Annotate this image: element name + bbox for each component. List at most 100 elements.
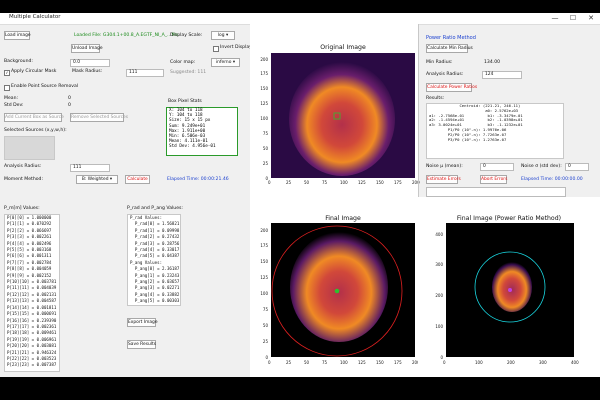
mask-radius-input[interactable]: 111 bbox=[126, 69, 164, 77]
noise-mean-label: Noise μ (mean): bbox=[426, 164, 463, 169]
moment-method-select[interactable]: B: Weighted ▾ bbox=[76, 175, 118, 184]
power-ratio-plot[interactable]: Final Image (Power Ratio Method) 0 100 200… bbox=[418, 197, 600, 377]
window-title: Multiple Calculator bbox=[9, 14, 61, 20]
minimize-icon[interactable]: — bbox=[548, 13, 562, 23]
pm-values-list[interactable]: P[0][0] = 1.000000 P[1][1] = 0.070292 P[2]… bbox=[4, 214, 60, 372]
color-map-label: Color map: bbox=[170, 60, 196, 65]
min-radius-label: Min Radius: bbox=[426, 60, 453, 65]
pm-value-row: P[1][1] = 0.070292 bbox=[7, 221, 52, 227]
y-tick-label: 125 bbox=[260, 275, 268, 281]
invert-display-checkbox[interactable] bbox=[213, 46, 219, 52]
pm-value-row: P[21][21] = 0.946324 bbox=[7, 349, 57, 355]
y-tick-label: 50 bbox=[262, 145, 268, 151]
box-stats-label: Box Pixel Stats bbox=[168, 99, 202, 104]
apply-mask-label: Apply Circular Mask bbox=[11, 69, 57, 74]
pm-value-row: P[15][15] = 0.000691 bbox=[7, 311, 57, 317]
final-image-plot[interactable]: Final Image 0 25 50 75 100 125 150 175 200 200 175… bbox=[250, 197, 420, 377]
remove-sources-button[interactable]: Remove Selected Sources bbox=[70, 113, 128, 122]
snr-blob bbox=[290, 232, 388, 342]
save-results-button[interactable]: Save Results bbox=[127, 340, 156, 349]
color-map-select[interactable]: inferno ▾ bbox=[211, 58, 240, 67]
calc-min-radius-button[interactable]: Calculate Min Radius bbox=[426, 44, 473, 53]
x-tick-label: 125 bbox=[358, 180, 366, 185]
noise-std-input[interactable]: 0 bbox=[565, 163, 589, 171]
unload-image-button[interactable]: Unload Image bbox=[71, 44, 103, 53]
dropdown-icon: ▾ bbox=[109, 177, 113, 182]
x-tick-label: 150 bbox=[376, 360, 384, 365]
x-tick-label: 200 bbox=[507, 360, 515, 365]
analysis-radius-input[interactable]: 111 bbox=[70, 164, 110, 172]
pr-value-row: P_ang[3] = 0.02271 bbox=[130, 285, 180, 291]
point-source-checkbox[interactable] bbox=[4, 85, 10, 91]
pr-value-row: P_ang[5] = 0.00303 bbox=[130, 298, 180, 304]
pm-value-row: P[23][23] = 0.007387 bbox=[7, 362, 57, 368]
y-tick-label: 25 bbox=[262, 160, 268, 166]
original-image-canvas bbox=[271, 53, 415, 178]
background-input[interactable]: 0.0 bbox=[70, 59, 110, 67]
x-tick-label: 0 bbox=[443, 360, 446, 365]
box-stats-panel: X: 104 to 118 Y: 104 to 118 Size: 15 x 1… bbox=[166, 107, 238, 156]
analysis-radius-label-right: Analysis Radius: bbox=[426, 72, 464, 77]
pm-value-row: P[20][20] = 0.003081 bbox=[7, 343, 57, 349]
x-tick-label: 25 bbox=[286, 180, 292, 185]
mean-value: 0 bbox=[68, 96, 71, 101]
analysis-radius-input-right[interactable]: 124 bbox=[482, 71, 522, 79]
noise-std-label: Noise σ (std dev): bbox=[521, 164, 562, 169]
std-label: Std Dev: bbox=[4, 103, 24, 108]
pr-value-row: P_rad[2] = 0.27432 bbox=[130, 234, 180, 240]
color-map-value: inferno bbox=[215, 60, 232, 65]
results-label: Results: bbox=[426, 96, 445, 101]
y-tick-label: 125 bbox=[260, 101, 268, 107]
x-tick-label: 75 bbox=[322, 360, 328, 365]
add-source-button[interactable]: Add Current Box as Source bbox=[4, 113, 64, 122]
loaded-file-label: Loaded File: G304.1+00.8_A.EGTF_NI_A_...… bbox=[74, 33, 179, 38]
pr-values-list[interactable]: P_rad Values: P_rad[0] = 1.56821 P_rad[1… bbox=[127, 214, 181, 306]
snr-blob bbox=[289, 62, 395, 176]
centroid-marker bbox=[508, 288, 512, 292]
y-tick-label: 75 bbox=[262, 306, 268, 312]
pm-values-label: P_m[m] Values: bbox=[4, 206, 40, 211]
x-tick-label: 0 bbox=[268, 180, 271, 185]
original-image-plot[interactable]: Original Image 0 25 50 75 100 125 150 175 200 200… bbox=[250, 24, 420, 197]
y-tick-label: 200 bbox=[260, 227, 268, 233]
load-image-button[interactable]: Load image bbox=[4, 31, 31, 40]
invert-display-label: Invert Display bbox=[220, 45, 252, 50]
pr-value-row: P_ang[0] = 2.36187 bbox=[130, 266, 180, 272]
calculate-button[interactable]: Calculate bbox=[125, 175, 150, 184]
pm-value-row: P[6][6] = 0.001311 bbox=[7, 253, 52, 259]
maximize-icon[interactable]: ☐ bbox=[566, 13, 580, 23]
calc-power-ratios-button[interactable]: Calculate Power Ratios bbox=[426, 83, 477, 92]
x-tick-label: 50 bbox=[304, 360, 310, 365]
results-panel: Centroid: (221.21, 246.11) a0: 2.5762e+0… bbox=[426, 103, 564, 159]
analysis-radius-label: Analysis Radius: bbox=[4, 164, 42, 169]
x-tick-label: 100 bbox=[340, 360, 348, 365]
apply-mask-checkbox[interactable]: ✓ bbox=[4, 70, 10, 76]
pr-values-label: P_rad and P_ang Values: bbox=[127, 206, 183, 211]
display-scale-select[interactable]: log ▾ bbox=[211, 31, 235, 40]
divider bbox=[418, 24, 419, 197]
dropdown-icon: ▾ bbox=[232, 60, 236, 65]
selected-sources-list[interactable] bbox=[4, 136, 55, 160]
x-tick-label: 175 bbox=[394, 180, 402, 185]
close-icon[interactable]: ✕ bbox=[584, 13, 598, 23]
abort-errors-button[interactable]: Abort Errors bbox=[480, 175, 507, 184]
y-tick-label: 100 bbox=[435, 323, 443, 329]
noise-mean-input[interactable]: 0 bbox=[480, 163, 514, 171]
x-tick-label: 100 bbox=[340, 180, 348, 185]
elapsed-time: Elapsed Time: 00:00:21.46 bbox=[167, 177, 229, 182]
x-tick-label: 175 bbox=[394, 360, 402, 365]
y-tick-label: 75 bbox=[262, 130, 268, 136]
pm-value-row: P[11][11] = 0.004039 bbox=[7, 285, 57, 291]
x-tick-label: 75 bbox=[322, 180, 328, 185]
x-tick-label: 125 bbox=[358, 360, 366, 365]
final-image-canvas bbox=[271, 223, 415, 357]
min-radius-value: 134.00 bbox=[484, 60, 501, 65]
selected-sources-label: Selected Sources (x,y,w,h): bbox=[4, 128, 67, 133]
background-label: Background: bbox=[4, 59, 33, 64]
export-image-button[interactable]: Export Image bbox=[127, 318, 158, 327]
y-tick-label: 175 bbox=[260, 71, 268, 77]
estimate-errors-button[interactable]: Estimate Errors bbox=[426, 175, 461, 184]
x-tick-label: 50 bbox=[304, 180, 310, 185]
moment-method-value: B: Weighted bbox=[81, 177, 109, 182]
snr-blob bbox=[492, 262, 532, 312]
